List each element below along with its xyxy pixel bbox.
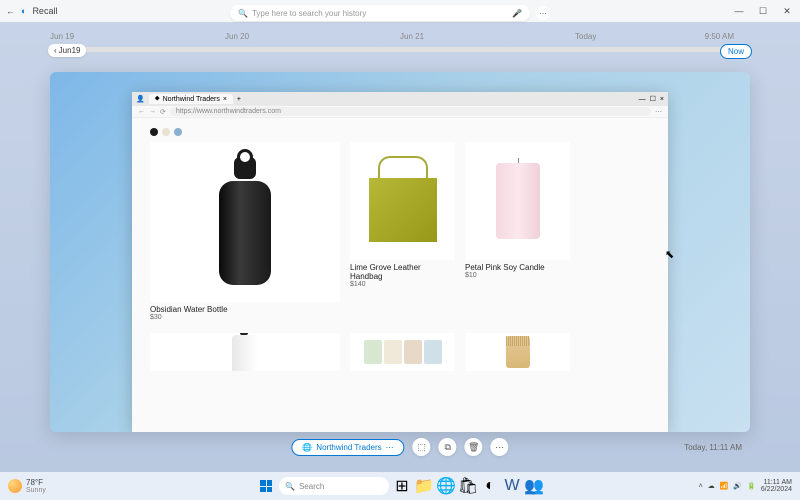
product-image-soaps — [364, 340, 442, 364]
tab-close-icon[interactable]: × — [223, 96, 227, 103]
actions-more-button[interactable]: ⋯ — [491, 438, 509, 456]
product-price: $10 — [465, 272, 570, 279]
product-image-pump — [232, 335, 258, 371]
maximize-button[interactable]: ☐ — [756, 4, 770, 18]
product-card[interactable]: Obsidian Water Bottle $30 — [150, 142, 340, 321]
close-button[interactable]: ✕ — [780, 4, 794, 18]
product-name: Lime Grove Leather Handbag — [350, 263, 455, 281]
swatch-beige[interactable] — [162, 128, 170, 136]
timeline-prev-button[interactable]: ‹Jun19 — [48, 44, 86, 57]
browser-window[interactable]: 👤 ⬥ Northwind Traders × + — ☐ × ← → ⟳ ht… — [132, 92, 668, 432]
onedrive-icon[interactable]: ☁ — [708, 482, 715, 490]
mic-icon[interactable]: 🎤 — [512, 9, 522, 18]
taskbar[interactable]: 78°F Sunny 🔍 Search ⊞ 📁 🌐 🛍 ◐ W 👥 ˄ ☁ 📶 🔊… — [0, 472, 800, 500]
browser-tab[interactable]: ⬥ Northwind Traders × — [149, 94, 233, 104]
browser-max-icon[interactable]: ☐ — [650, 95, 656, 103]
color-swatches — [150, 128, 650, 136]
product-image-candle — [496, 163, 540, 239]
refresh-icon[interactable]: ⟳ — [160, 108, 166, 116]
weather-cond: Sunny — [26, 487, 46, 494]
clock[interactable]: 11:11 AM 6/22/2024 — [761, 479, 792, 493]
weather-icon — [8, 479, 22, 493]
back-icon[interactable]: ← — [6, 6, 15, 16]
swatch-blue[interactable] — [174, 128, 182, 136]
tray-chevron-icon[interactable]: ˄ — [699, 483, 703, 490]
snapshot-viewport: 👤 ⬥ Northwind Traders × + — ☐ × ← → ⟳ ht… — [50, 72, 750, 432]
product-card[interactable] — [150, 333, 340, 371]
edge-icon: 🌐 — [302, 443, 312, 452]
teams-icon[interactable]: 👥 — [525, 477, 543, 495]
snapshot-timestamp: Today, 11:11 AM — [684, 443, 742, 452]
tab-title: Northwind Traders — [163, 96, 220, 103]
history-search-input[interactable]: 🔍 Type here to search your history 🎤 — [230, 5, 530, 21]
product-image-bag — [368, 156, 438, 246]
product-card[interactable]: Petal Pink Soy Candle $10 — [465, 142, 570, 279]
browser-menu-icon[interactable]: ⋯ — [655, 108, 662, 116]
app-icon: ◐ — [21, 6, 26, 16]
browser-tabstrip: 👤 ⬥ Northwind Traders × + — ☐ × — [132, 92, 668, 106]
start-button[interactable] — [257, 477, 275, 495]
crop-button[interactable]: ⬚ — [413, 438, 431, 456]
explorer-icon[interactable]: 📁 — [415, 477, 433, 495]
nav-back-icon[interactable]: ← — [138, 108, 145, 115]
product-name: Obsidian Water Bottle — [150, 305, 340, 314]
product-card[interactable]: Lime Grove Leather Handbag $140 — [350, 142, 455, 288]
page-content: Obsidian Water Bottle $30 Lime Grove Lea… — [132, 118, 668, 432]
profile-icon[interactable]: 👤 — [136, 95, 145, 103]
minimize-button[interactable]: — — [732, 4, 746, 18]
more-button[interactable]: ⋯ — [536, 6, 550, 20]
favicon: ⬥ — [155, 95, 160, 103]
action-bar: 🌐 Northwind Traders ⋯ ⬚ ⧉ 🗑 ⋯ — [291, 438, 508, 456]
clock-date: 6/22/2024 — [761, 486, 792, 493]
address-bar[interactable]: https://www.northwindtraders.com — [170, 107, 651, 116]
product-image-bottle — [215, 157, 275, 287]
timeline-date[interactable]: Jun 20 — [225, 32, 400, 41]
browser-close-icon[interactable]: × — [660, 96, 664, 103]
weather-temp: 78°F — [26, 478, 46, 487]
task-view-icon[interactable]: ⊞ — [393, 477, 411, 495]
timeline-date[interactable]: Jun 19 — [50, 32, 225, 41]
app-title: Recall — [32, 6, 57, 16]
pill-more-icon[interactable]: ⋯ — [386, 443, 394, 452]
timeline-time: 9:50 AM — [705, 32, 734, 41]
source-label: Northwind Traders — [316, 443, 381, 452]
recall-icon[interactable]: ◐ — [481, 477, 499, 495]
source-app-pill[interactable]: 🌐 Northwind Traders ⋯ — [291, 439, 404, 456]
weather-widget[interactable]: 78°F Sunny — [8, 478, 46, 494]
browser-toolbar: ← → ⟳ https://www.northwindtraders.com ⋯ — [132, 106, 668, 118]
search-placeholder: Type here to search your history — [252, 9, 366, 18]
product-price: $30 — [150, 314, 340, 321]
browser-min-icon[interactable]: — — [639, 96, 646, 103]
word-icon[interactable]: W — [503, 477, 521, 495]
search-icon: 🔍 — [285, 482, 295, 491]
product-name: Petal Pink Soy Candle — [465, 263, 570, 272]
volume-icon[interactable]: 🔊 — [733, 482, 742, 490]
battery-icon[interactable]: 🔋 — [747, 482, 756, 490]
timeline-date[interactable]: Jun 21 — [400, 32, 575, 41]
nav-fwd-icon[interactable]: → — [149, 108, 156, 115]
product-card[interactable] — [350, 333, 455, 371]
taskbar-search-label: Search — [299, 482, 324, 491]
delete-button[interactable]: 🗑 — [465, 438, 483, 456]
product-card[interactable] — [465, 333, 570, 371]
clock-time: 11:11 AM — [761, 479, 792, 486]
product-image-brush — [506, 336, 530, 368]
timeline[interactable]: Jun 19 Jun 20 Jun 21 Today 9:50 AM ‹Jun1… — [50, 32, 750, 62]
store-icon[interactable]: 🛍 — [459, 477, 477, 495]
edge-icon[interactable]: 🌐 — [437, 477, 455, 495]
swatch-black[interactable] — [150, 128, 158, 136]
timeline-now-button[interactable]: Now — [720, 44, 752, 59]
search-icon: 🔍 — [238, 9, 248, 18]
wifi-icon[interactable]: 📶 — [720, 482, 729, 490]
new-tab-button[interactable]: + — [237, 96, 241, 103]
copy-button[interactable]: ⧉ — [439, 438, 457, 456]
timeline-track[interactable] — [50, 47, 750, 52]
product-price: $140 — [350, 281, 455, 288]
taskbar-search[interactable]: 🔍 Search — [279, 477, 389, 495]
